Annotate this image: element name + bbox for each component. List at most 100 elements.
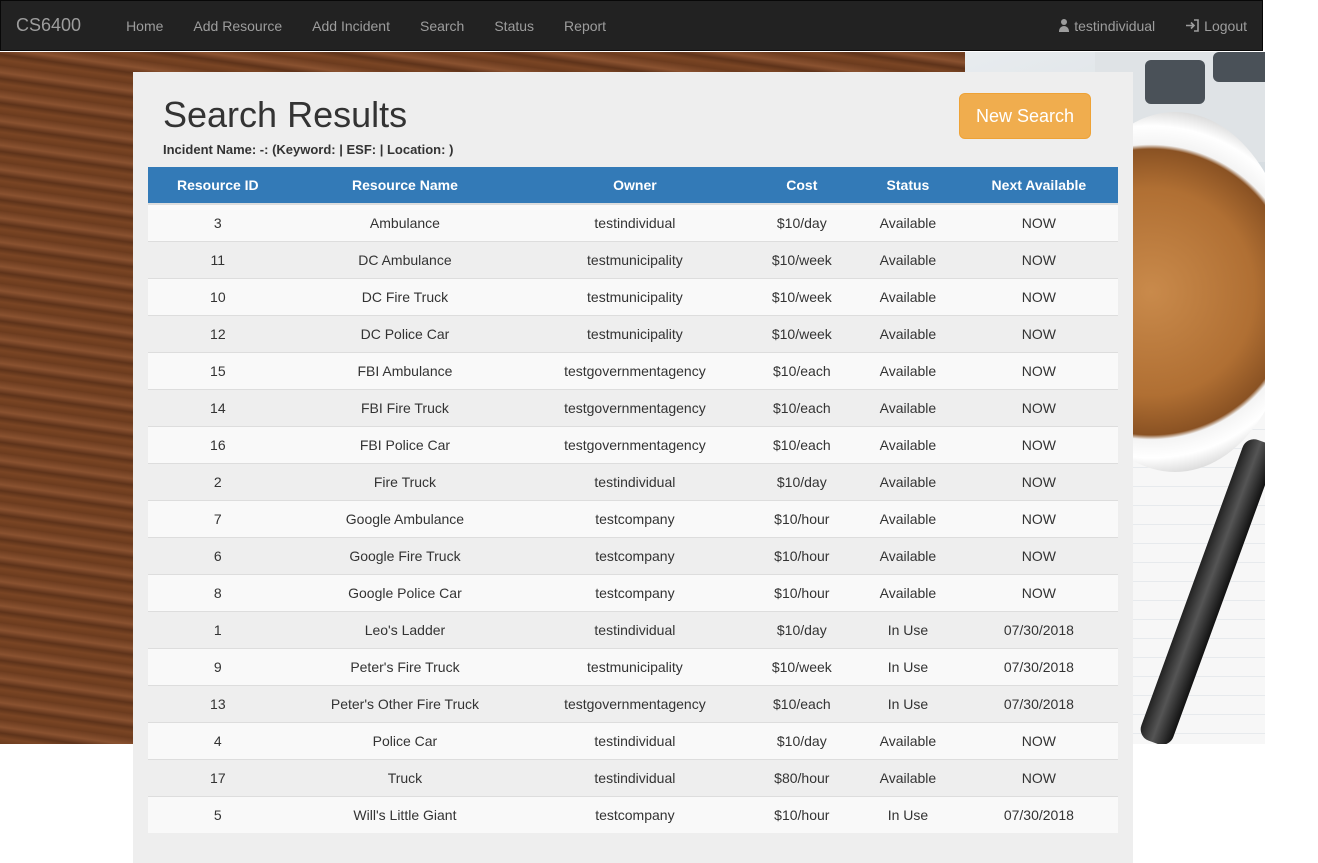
table-row: 9 Peter's Fire Truck testmunicipality $10/w… <box>148 647 1118 685</box>
page-title: Search Results <box>163 94 408 135</box>
cell-status: Available <box>856 499 960 537</box>
nav-logout[interactable]: Logout <box>1170 18 1262 34</box>
cell-owner: testmunicipality <box>522 314 748 352</box>
brand-link[interactable]: CS6400 <box>1 15 111 36</box>
cell-resource-id: 1 <box>148 610 288 648</box>
results-table: Resource ID Resource Name Owner Cost Status N… <box>148 167 1118 833</box>
cell-next-available: NOW <box>959 758 1118 796</box>
cell-owner: testcompany <box>522 536 748 574</box>
cell-resource-id: 5 <box>148 795 288 833</box>
cell-resource-name: Ambulance <box>287 203 523 241</box>
nav-search[interactable]: Search <box>405 18 479 34</box>
cell-resource-name: Leo's Ladder <box>287 610 523 648</box>
cell-owner: testgovernmentagency <box>522 351 748 389</box>
cell-resource-name: DC Fire Truck <box>287 277 523 315</box>
cell-owner: testmunicipality <box>522 277 748 315</box>
cell-resource-id: 17 <box>148 758 288 796</box>
cell-next-available: NOW <box>959 314 1118 352</box>
table-row: 2 Fire Truck testindividual $10/day Availabl… <box>148 462 1118 500</box>
cell-resource-id: 7 <box>148 499 288 537</box>
cell-status: In Use <box>856 647 960 685</box>
user-name: testindividual <box>1074 17 1156 34</box>
cell-resource-id: 6 <box>148 536 288 574</box>
cell-cost: $10/each <box>747 684 857 722</box>
table-row: 14 FBI Fire Truck testgovernmentagency $10/… <box>148 388 1118 426</box>
table-header-row: Resource ID Resource Name Owner Cost Status N… <box>148 167 1118 205</box>
cell-status: Available <box>856 425 960 463</box>
cell-next-available: 07/30/2018 <box>959 647 1118 685</box>
nav-report[interactable]: Report <box>549 18 621 34</box>
table-row: 1 Leo's Ladder testindividual $10/day In Use… <box>148 610 1118 648</box>
cell-owner: testmunicipality <box>522 240 748 278</box>
cell-cost: $10/week <box>747 647 857 685</box>
nav-add-incident[interactable]: Add Incident <box>297 18 405 34</box>
cell-owner: testindividual <box>522 758 748 796</box>
cell-resource-id: 15 <box>148 351 288 389</box>
cell-owner: testindividual <box>522 610 748 648</box>
cell-resource-name: Will's Little Giant <box>287 795 523 833</box>
top-navbar: CS6400 Home Add Resource Add Incident Se… <box>0 0 1263 51</box>
cell-resource-name: FBI Police Car <box>287 425 523 463</box>
cell-resource-name: FBI Fire Truck <box>287 388 523 426</box>
table-row: 17 Truck testindividual $80/hour Available NO… <box>148 758 1118 796</box>
cell-cost: $10/hour <box>747 573 857 611</box>
cell-cost: $10/each <box>747 425 857 463</box>
search-criteria: Incident Name: -: (Keyword: | ESF: | Loc… <box>163 142 454 157</box>
results-body: 3 Ambulance testindividual $10/day Available… <box>148 203 1118 833</box>
cell-cost: $10/each <box>747 351 857 389</box>
table-row: 12 DC Police Car testmunicipality $10/week A… <box>148 314 1118 352</box>
table-row: 11 DC Ambulance testmunicipality $10/week Av… <box>148 240 1118 278</box>
table-row: 6 Google Fire Truck testcompany $10/hour Ava… <box>148 536 1118 574</box>
nav-status[interactable]: Status <box>479 18 549 34</box>
header-status: Status <box>856 167 960 205</box>
new-search-button[interactable]: New Search <box>959 93 1091 139</box>
header-next-available: Next Available <box>959 167 1118 205</box>
cell-owner: testindividual <box>522 203 748 241</box>
cell-resource-id: 14 <box>148 388 288 426</box>
cell-status: Available <box>856 536 960 574</box>
cell-status: Available <box>856 573 960 611</box>
cell-next-available: NOW <box>959 277 1118 315</box>
cell-resource-name: DC Ambulance <box>287 240 523 278</box>
nav-home[interactable]: Home <box>111 18 178 34</box>
cell-owner: testindividual <box>522 462 748 500</box>
cell-status: In Use <box>856 795 960 833</box>
nav-add-resource[interactable]: Add Resource <box>178 18 297 34</box>
cell-status: Available <box>856 388 960 426</box>
logout-label: Logout <box>1204 17 1247 34</box>
table-row: 5 Will's Little Giant testcompany $10/hour I… <box>148 795 1118 833</box>
cell-resource-id: 16 <box>148 425 288 463</box>
cell-status: Available <box>856 462 960 500</box>
cell-cost: $10/hour <box>747 795 857 833</box>
table-row: 4 Police Car testindividual $10/day Availabl… <box>148 721 1118 759</box>
cell-resource-id: 3 <box>148 203 288 241</box>
cell-status: In Use <box>856 684 960 722</box>
table-row: 15 FBI Ambulance testgovernmentagency $10/e… <box>148 351 1118 389</box>
cell-resource-id: 10 <box>148 277 288 315</box>
cell-cost: $10/week <box>747 277 857 315</box>
cell-next-available: NOW <box>959 462 1118 500</box>
cell-owner: testgovernmentagency <box>522 388 748 426</box>
cell-cost: $10/day <box>747 203 857 241</box>
cell-cost: $10/week <box>747 314 857 352</box>
cell-resource-name: Google Police Car <box>287 573 523 611</box>
cell-next-available: NOW <box>959 573 1118 611</box>
user-icon <box>1058 19 1070 32</box>
cell-next-available: NOW <box>959 388 1118 426</box>
header-cost: Cost <box>747 167 857 205</box>
cell-resource-id: 2 <box>148 462 288 500</box>
logout-icon <box>1186 19 1199 32</box>
cell-next-available: 07/30/2018 <box>959 795 1118 833</box>
header-owner: Owner <box>522 167 748 205</box>
cell-resource-name: DC Police Car <box>287 314 523 352</box>
cell-owner: testcompany <box>522 573 748 611</box>
search-results-panel: Search Results Incident Name: -: (Keywor… <box>133 72 1133 863</box>
cell-status: Available <box>856 240 960 278</box>
cell-resource-name: Google Ambulance <box>287 499 523 537</box>
cell-next-available: 07/30/2018 <box>959 684 1118 722</box>
cell-owner: testcompany <box>522 795 748 833</box>
cell-next-available: NOW <box>959 240 1118 278</box>
cell-resource-id: 9 <box>148 647 288 685</box>
nav-user[interactable]: testindividual <box>1043 18 1170 34</box>
cell-resource-name: Peter's Other Fire Truck <box>287 684 523 722</box>
